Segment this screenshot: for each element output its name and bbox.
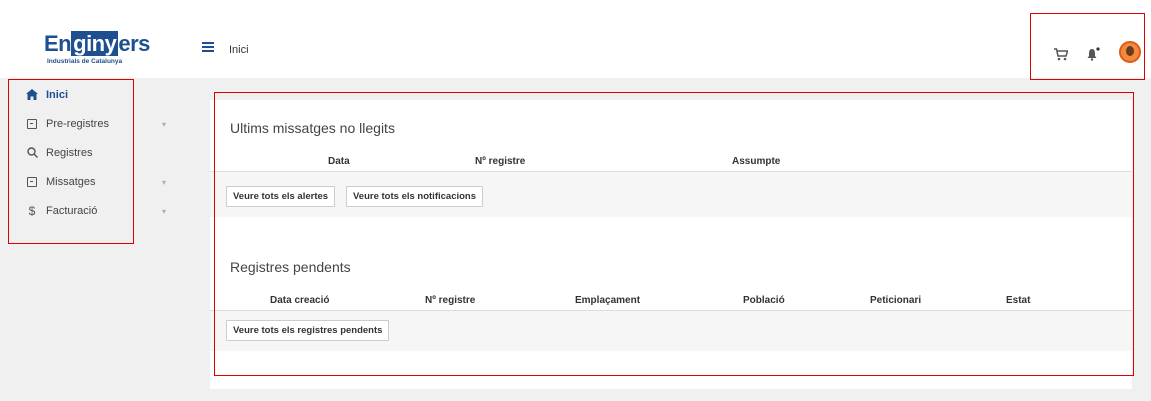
sidebar-item-registres[interactable]: Registres [0,138,185,167]
chevron-down-icon[interactable]: ▾ [162,207,166,216]
inbox-icon [25,176,39,187]
column-header: Assumpte [732,156,781,167]
column-header: Nº registre [425,295,476,306]
logo[interactable]: Enginyers Industrials de Catalunya [0,0,185,78]
sidebar-item-label: Pre-registres [46,117,109,130]
pending-footer: Veure tots els registres pendents [210,311,1132,351]
view-all-notifications-button[interactable]: Veure tots els notificacions [346,186,484,207]
pending-table-header: Data creació Nº registre Emplaçament Pob… [210,289,1132,311]
column-header: Data [328,156,350,167]
sidebar-item-label: Inici [46,88,69,101]
sidebar-item-label: Registres [46,146,93,159]
column-header: Emplaçament [575,295,641,306]
column-header: Data creació [270,295,330,306]
logo-wordmark: Enginyers [44,31,150,56]
page-title: Inici [229,44,249,56]
sidebar-item-pre-registres[interactable]: Pre-registres ▾ [0,109,185,138]
bell-icon[interactable] [1086,47,1100,64]
sidebar-item-label: Facturació [46,204,98,217]
messages-card: Ultims missatges no llegits Data Nº regi… [210,100,1132,253]
menu-icon[interactable] [202,42,214,54]
view-all-pending-button[interactable]: Veure tots els registres pendents [226,320,390,341]
dollar-icon: $ [28,203,36,218]
sidebar-item-facturacio[interactable]: $ Facturació ▾ [0,196,185,225]
messages-table-header: Data Nº registre Assumpte [210,150,1132,172]
pending-card: Registres pendents Data creació Nº regis… [210,239,1132,389]
home-icon [25,89,39,100]
column-header: Peticionari [870,295,922,306]
sidebar-nav: Inici Pre-registres ▾ Registres Missatge… [0,80,185,225]
chevron-down-icon[interactable]: ▾ [162,178,166,187]
top-actions [1036,13,1151,80]
sidebar-item-inici[interactable]: Inici [0,80,185,109]
column-header: Població [743,295,785,306]
main-content: Ultims missatges no llegits Data Nº regi… [185,78,1151,401]
messages-title: Ultims missatges no llegits [230,120,395,136]
top-bar: Inici [185,0,1151,78]
messages-footer: Veure tots els alertes Veure tots els no… [210,172,1132,217]
chevron-down-icon[interactable]: ▾ [162,120,166,129]
avatar[interactable] [1119,41,1141,63]
cart-icon[interactable] [1054,48,1069,64]
inbox-icon [25,118,39,129]
sidebar-item-label: Missatges [46,175,96,188]
logo-subtitle: Industrials de Catalunya [47,58,123,65]
view-all-alerts-button[interactable]: Veure tots els alertes [226,186,336,207]
column-header: Nº registre [475,156,526,167]
column-header: Estat [1006,295,1031,306]
search-icon [25,147,39,158]
sidebar-item-missatges[interactable]: Missatges ▾ [0,167,185,196]
pending-title: Registres pendents [230,259,351,275]
